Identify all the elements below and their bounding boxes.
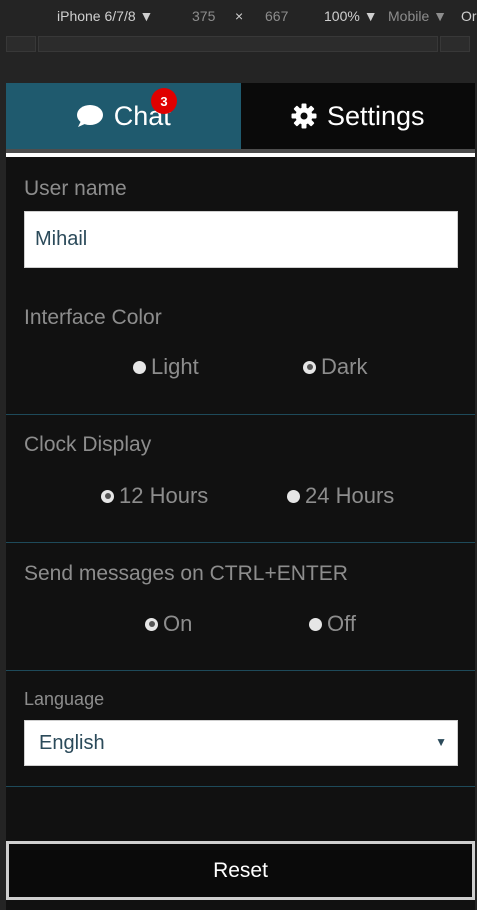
ruler-segment[interactable] (6, 36, 36, 52)
radio-12-hours[interactable]: 12 Hours (101, 483, 208, 509)
radio-off[interactable]: Off (309, 611, 356, 637)
section-send: Send messages on CTRL+ENTER On Off (6, 543, 475, 671)
devtools-toolbar: iPhone 6/7/8 ▼ 375 × 667 100% ▼ Mobile ▼… (0, 0, 477, 33)
radio-off-dot (309, 617, 322, 631)
tab-settings[interactable]: Settings (240, 83, 475, 153)
ruler-segment[interactable] (440, 36, 470, 52)
radio-light-dot (133, 360, 146, 374)
unread-badge: 3 (151, 88, 177, 114)
language-value: English (39, 731, 105, 754)
radio-on-dot (145, 617, 158, 631)
zoom-select[interactable]: 100% ▼ (324, 8, 378, 24)
language-select[interactable]: English ▼ (24, 720, 458, 766)
dimension-separator: × (235, 8, 244, 24)
interface-color-label: Interface Color (24, 306, 162, 329)
username-input[interactable]: Mihail (24, 211, 458, 268)
dropdown-arrow-icon: ▼ (435, 735, 447, 749)
ruler-segment[interactable] (38, 36, 438, 52)
tab-bar: Chat 3 Settings (6, 83, 475, 153)
viewport-gutter (0, 55, 477, 83)
reset-button[interactable]: Reset (6, 841, 475, 900)
height-field[interactable]: 667 (265, 8, 288, 24)
mode-value: Mobile (388, 8, 430, 24)
gear-icon (291, 103, 317, 129)
section-clock: Clock Display 12 Hours 24 Hours (6, 415, 475, 543)
width-field[interactable]: 375 (192, 8, 215, 24)
username-label: User name (24, 177, 127, 200)
zoom-value: 100% (324, 8, 360, 24)
radio-on-label: On (163, 611, 193, 636)
device-select[interactable]: iPhone 6/7/8 ▼ (57, 8, 153, 24)
chat-bubble-icon (76, 105, 103, 127)
section-user: User name Mihail Interface Color Light D… (6, 157, 475, 415)
radio-12-hours-label: 12 Hours (119, 483, 209, 508)
language-label: Language (24, 689, 105, 709)
toolbar-overflow[interactable]: Or (461, 8, 477, 24)
chat-app: Chat 3 Settings User name Mihail Interfa… (6, 83, 475, 910)
radio-light[interactable]: Light (133, 354, 199, 380)
clock-display-label: Clock Display (24, 433, 152, 456)
radio-12-hours-dot (101, 489, 114, 503)
tab-chat[interactable]: Chat 3 (6, 83, 241, 153)
radio-dark-label: Dark (321, 354, 368, 379)
radio-24-hours-dot (287, 489, 300, 503)
radio-dark[interactable]: Dark (303, 354, 367, 380)
radio-24-hours[interactable]: 24 Hours (287, 483, 394, 509)
radio-light-label: Light (151, 354, 199, 379)
section-language: Language English ▼ (6, 671, 475, 787)
tab-settings-label: Settings (326, 100, 425, 131)
radio-off-label: Off (327, 611, 356, 636)
send-ctrl-enter-label: Send messages on CTRL+ENTER (24, 562, 348, 585)
device-name: iPhone 6/7/8 (57, 8, 136, 24)
radio-on[interactable]: On (145, 611, 192, 637)
media-query-ruler (0, 33, 477, 55)
mode-select[interactable]: Mobile ▼ (388, 8, 447, 24)
radio-24-hours-label: 24 Hours (305, 483, 395, 508)
radio-dark-dot (303, 360, 316, 374)
